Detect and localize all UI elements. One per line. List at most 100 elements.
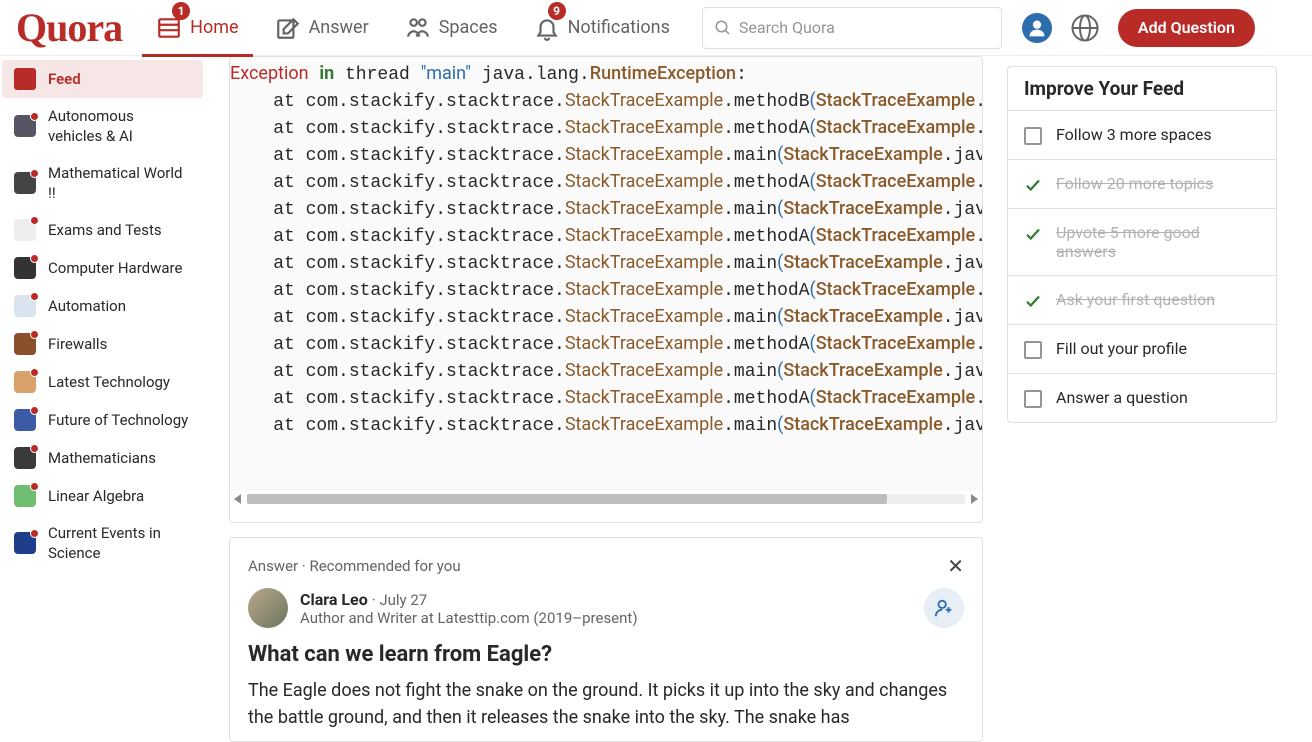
close-icon[interactable]: ✕	[947, 554, 964, 578]
scroll-track[interactable]	[247, 494, 965, 504]
sidebar-item[interactable]: Firewalls	[2, 325, 203, 363]
rail-item[interactable]: Follow 20 more topics	[1008, 160, 1276, 209]
nav-notifications-label: Notifications	[568, 17, 670, 38]
answer-title[interactable]: What can we learn from Eagle?	[248, 642, 964, 667]
add-question-button[interactable]: Add Question	[1118, 9, 1255, 47]
search-wrap	[702, 7, 1002, 49]
sidebar-item-label: Firewalls	[48, 334, 191, 354]
author-text: Clara Leo · July 27 Author and Writer at…	[300, 590, 638, 627]
avatar[interactable]	[1022, 13, 1052, 43]
sidebar-item-label: Automation	[48, 296, 191, 316]
sidebar-item[interactable]: Latest Technology	[2, 363, 203, 401]
sidebar-item[interactable]: Mathematical World !!	[2, 155, 203, 212]
unread-dot	[30, 482, 39, 491]
check-icon	[1024, 292, 1042, 310]
sidebar-feed-label: Feed	[48, 69, 191, 89]
rail-item-text: Follow 20 more topics	[1056, 174, 1213, 193]
rail-item-text: Answer a question	[1056, 388, 1188, 407]
right-rail: Improve Your Feed Follow 3 more spaces Fo…	[1007, 56, 1277, 742]
rail-title: Improve Your Feed	[1008, 67, 1276, 111]
unread-dot	[30, 169, 39, 178]
space-icon	[14, 295, 36, 317]
answer-card: Answer · Recommended for you ✕ Clara Leo…	[229, 537, 983, 742]
rail-item-text: Ask your first question	[1056, 290, 1215, 309]
feed-icon	[14, 68, 36, 90]
code-content: Exception in thread "main" java.lang.Run…	[230, 57, 982, 445]
unread-dot	[30, 254, 39, 263]
rail-item[interactable]: Fill out your profile	[1008, 325, 1276, 374]
space-icon	[14, 371, 36, 393]
improve-feed-card: Improve Your Feed Follow 3 more spaces Fo…	[1007, 66, 1277, 423]
rail-item-text: Upvote 5 more good answers	[1056, 223, 1260, 261]
answer-top-row: Answer · Recommended for you ✕	[248, 554, 964, 578]
sidebar: Feed Autonomous vehicles & AI Mathematica…	[0, 56, 205, 742]
search-input[interactable]	[702, 7, 1002, 49]
answer-meta: Answer · Recommended for you	[248, 557, 461, 575]
main: Exception in thread "main" java.lang.Run…	[205, 56, 1312, 742]
sidebar-item-label: Latest Technology	[48, 372, 191, 392]
search-icon	[714, 19, 732, 37]
rail-item-text: Follow 3 more spaces	[1056, 125, 1212, 144]
sidebar-item[interactable]: Future of Technology	[2, 401, 203, 439]
spaces-icon	[405, 15, 431, 41]
checkbox-icon	[1024, 390, 1042, 408]
sidebar-item[interactable]: Computer Hardware	[2, 249, 203, 287]
author-name[interactable]: Clara Leo	[300, 590, 368, 609]
sidebar-item[interactable]: Linear Algebra	[2, 477, 203, 515]
space-icon	[14, 115, 36, 137]
scroll-thumb[interactable]	[247, 494, 887, 504]
space-icon	[14, 172, 36, 194]
avatar-icon	[1027, 18, 1047, 38]
nav-home-label: Home	[190, 17, 238, 38]
space-icon	[14, 333, 36, 355]
notifications-badge: 9	[548, 2, 566, 20]
scroll-left-icon[interactable]	[234, 494, 241, 504]
sidebar-item[interactable]: Exams and Tests	[2, 211, 203, 249]
nav-spaces[interactable]: Spaces	[391, 0, 512, 56]
sidebar-item-label: Mathematical World !!	[48, 163, 191, 204]
sidebar-item[interactable]: Current Events in Science	[2, 515, 203, 572]
unread-dot	[30, 444, 39, 453]
rail-item[interactable]: Answer a question	[1008, 374, 1276, 422]
sidebar-item[interactable]: Mathematicians	[2, 439, 203, 477]
space-icon	[14, 447, 36, 469]
nav-home[interactable]: Home 1	[142, 0, 252, 56]
code-block[interactable]: Exception in thread "main" java.lang.Run…	[230, 57, 982, 491]
sidebar-item-label: Autonomous vehicles & AI	[48, 106, 191, 147]
author-bio: Author and Writer at Latesttip.com (2019…	[300, 609, 638, 627]
rail-item[interactable]: Upvote 5 more good answers	[1008, 209, 1276, 276]
rail-item[interactable]: Follow 3 more spaces	[1008, 111, 1276, 160]
code-card-footer	[230, 507, 982, 523]
space-icon	[14, 257, 36, 279]
sidebar-feed[interactable]: Feed	[2, 60, 203, 98]
rail-item-text: Fill out your profile	[1056, 339, 1187, 358]
rail-item[interactable]: Ask your first question	[1008, 276, 1276, 325]
answer-icon	[275, 15, 301, 41]
space-icon	[14, 409, 36, 431]
unread-dot	[30, 330, 39, 339]
globe-icon[interactable]	[1070, 13, 1100, 43]
author-avatar[interactable]	[248, 588, 288, 628]
nav-answer[interactable]: Answer	[261, 0, 383, 56]
checkbox-icon	[1024, 127, 1042, 145]
space-icon	[14, 485, 36, 507]
unread-dot	[30, 216, 39, 225]
sidebar-item[interactable]: Automation	[2, 287, 203, 325]
check-icon	[1024, 176, 1042, 194]
follow-icon[interactable]	[924, 588, 964, 628]
logo[interactable]: Quora	[16, 4, 134, 51]
sidebar-item-label: Linear Algebra	[48, 486, 191, 506]
sidebar-item[interactable]: Autonomous vehicles & AI	[2, 98, 203, 155]
unread-dot	[30, 112, 39, 121]
answer-author-row: Clara Leo · July 27 Author and Writer at…	[248, 588, 964, 628]
home-badge: 1	[172, 2, 190, 20]
nav-notifications[interactable]: Notifications 9	[520, 0, 684, 56]
answer-body: The Eagle does not fight the snake on th…	[248, 677, 964, 731]
feed-column: Exception in thread "main" java.lang.Run…	[229, 56, 983, 742]
nav-spaces-label: Spaces	[439, 17, 498, 38]
sidebar-item-label: Future of Technology	[48, 410, 191, 430]
nav-answer-label: Answer	[309, 17, 369, 38]
code-card: Exception in thread "main" java.lang.Run…	[229, 56, 983, 523]
horizontal-scrollbar[interactable]	[230, 491, 982, 507]
scroll-right-icon[interactable]	[971, 494, 978, 504]
